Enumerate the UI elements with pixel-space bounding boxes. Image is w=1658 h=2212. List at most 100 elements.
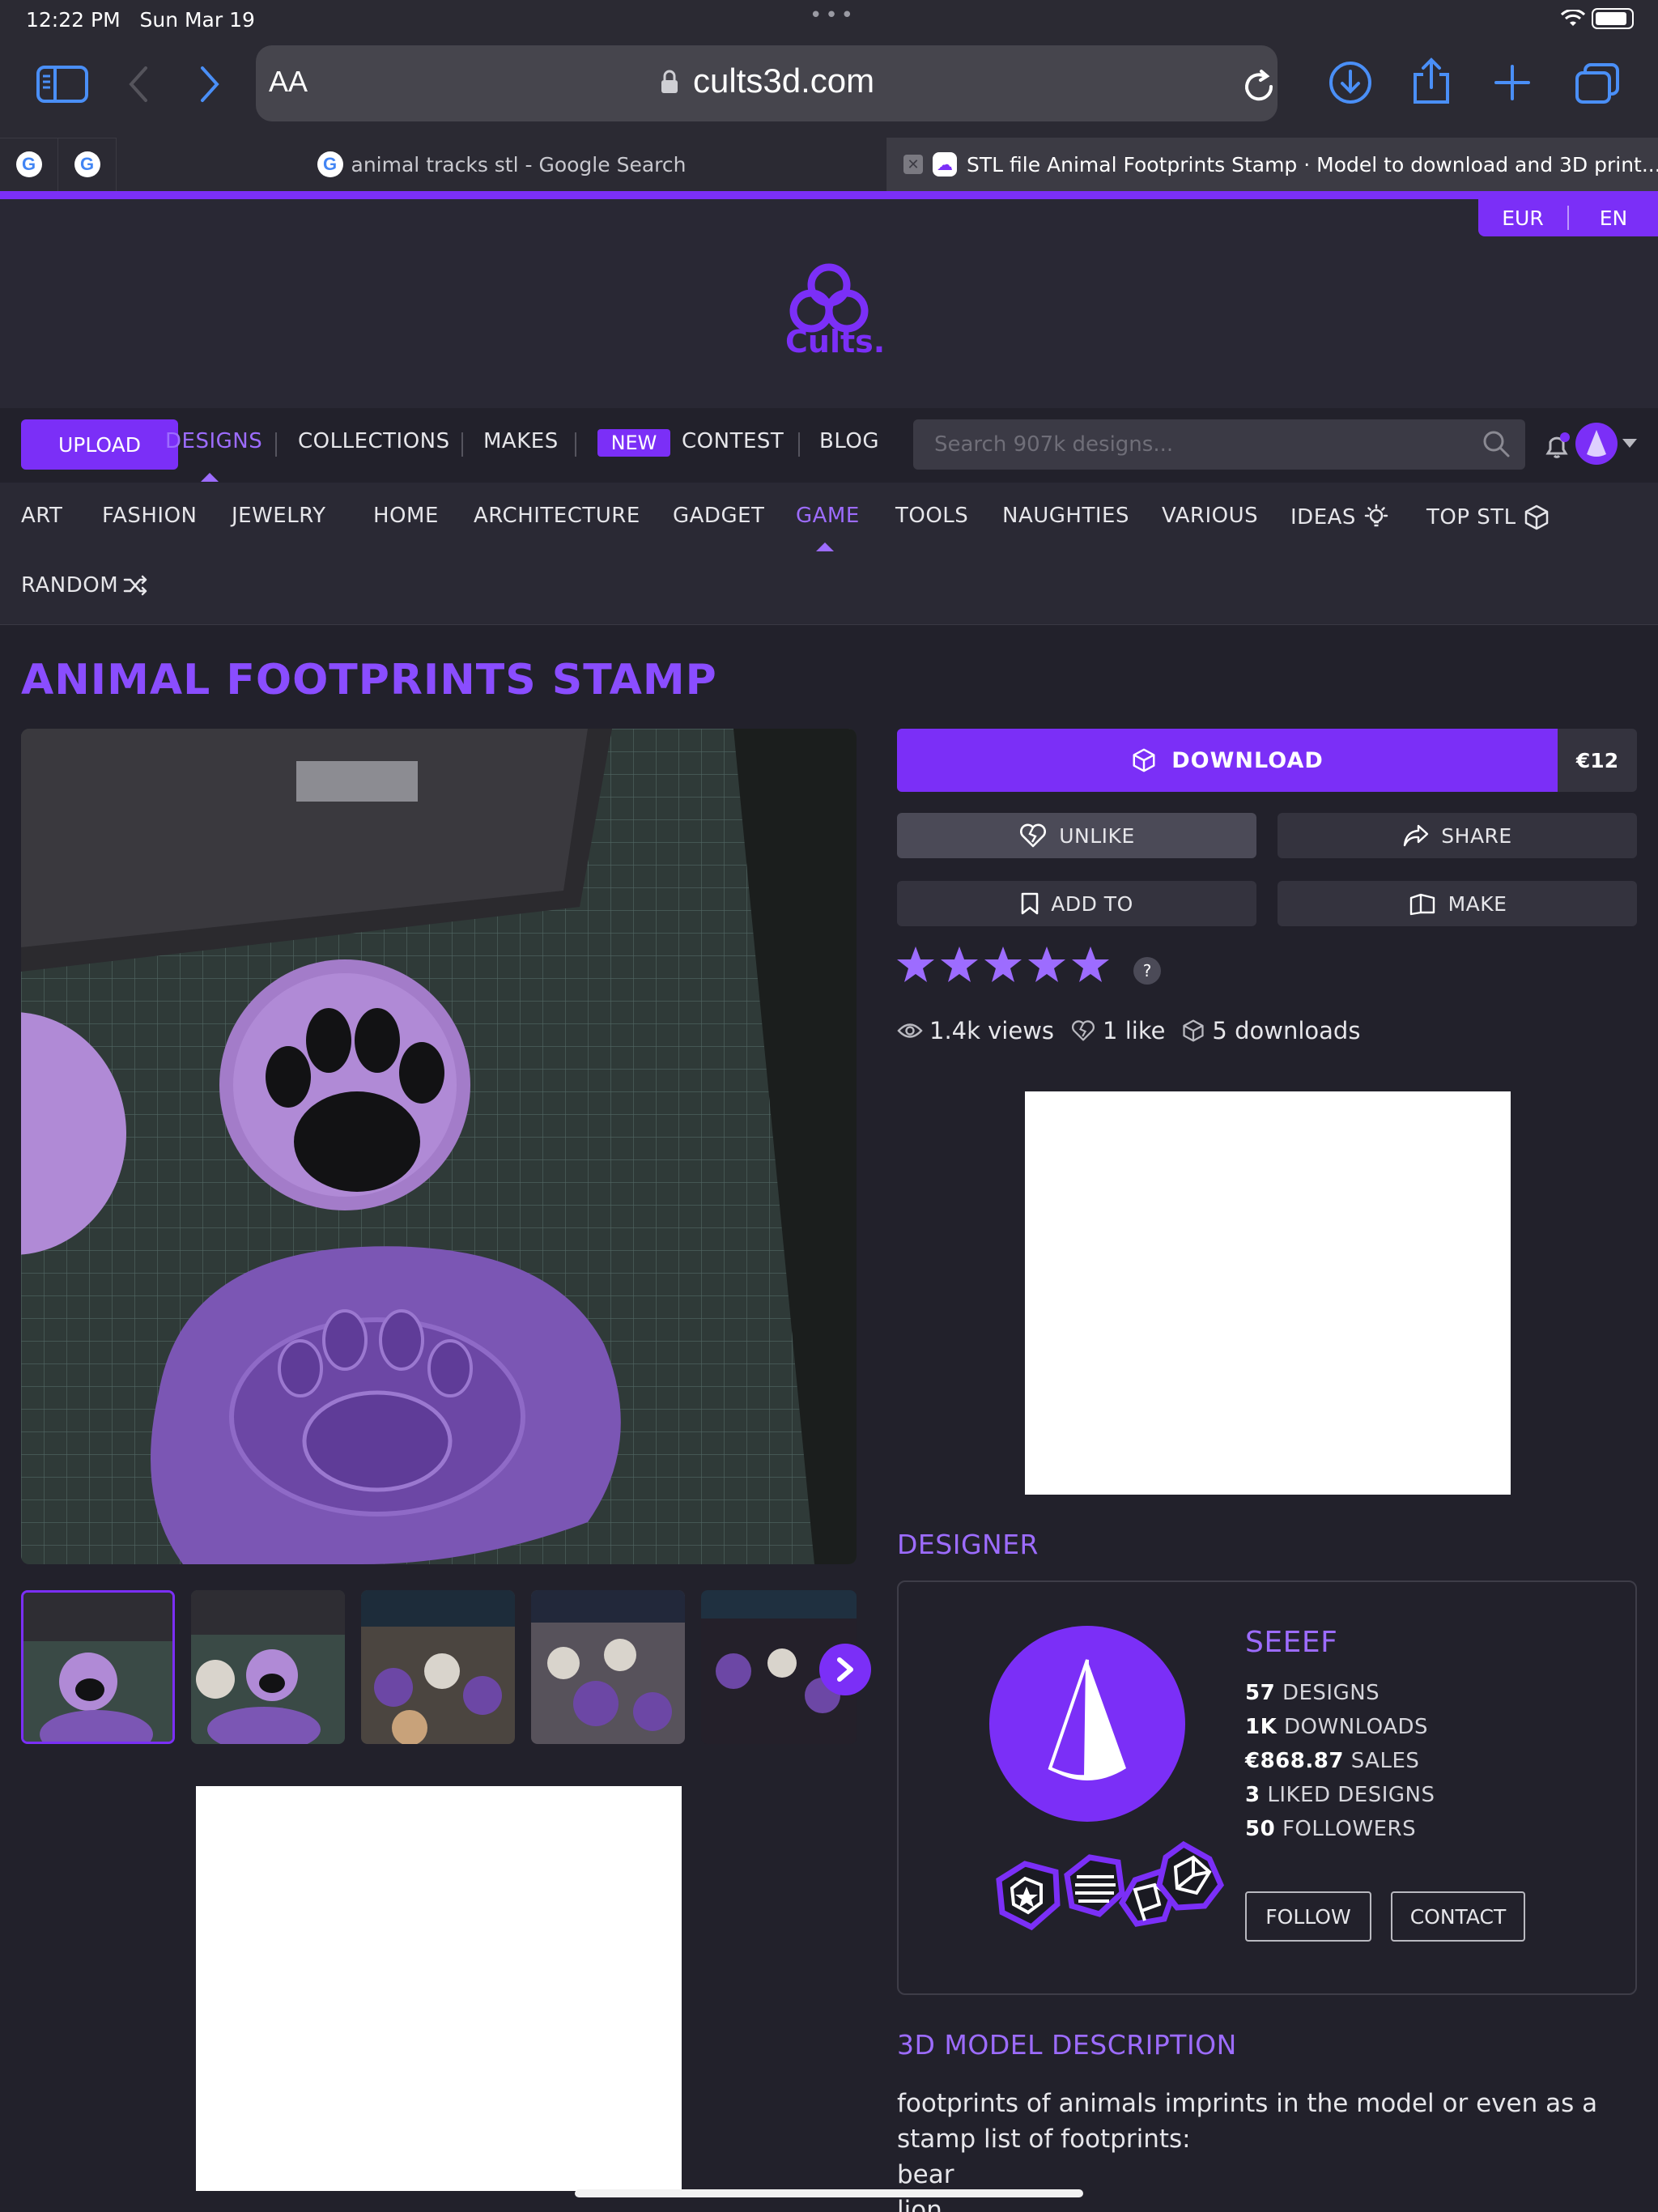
google-icon: G <box>15 151 42 177</box>
category-top-stl-label: TOP STL <box>1426 505 1516 530</box>
contact-button[interactable]: CONTACT <box>1391 1891 1525 1942</box>
thumbnail-4[interactable] <box>531 1590 685 1744</box>
price-tag: €12 <box>1558 729 1637 792</box>
new-tab-plus-icon[interactable] <box>1493 63 1532 102</box>
url-text[interactable]: cults3d.com <box>693 62 874 100</box>
share-button[interactable]: SHARE <box>1278 813 1637 858</box>
downloads-icon[interactable] <box>1328 60 1373 105</box>
category-ideas[interactable]: IDEAS <box>1290 504 1390 531</box>
nav-makes[interactable]: MAKES <box>483 429 559 453</box>
thumbnail-image <box>361 1590 515 1744</box>
unlike-button[interactable]: UNLIKE <box>897 813 1256 858</box>
chevron-right-icon <box>837 1657 853 1682</box>
reader-aa-button[interactable]: AA <box>269 65 308 99</box>
designer-avatar[interactable] <box>989 1626 1185 1822</box>
category-random[interactable]: RANDOM <box>21 573 149 598</box>
thumbnail-image <box>23 1593 172 1742</box>
category-various[interactable]: VARIOUS <box>1162 504 1258 528</box>
currency-language-switcher[interactable]: EUR EN <box>1478 199 1658 236</box>
category-tools[interactable]: TOOLS <box>895 504 968 528</box>
thumbnail-3[interactable] <box>361 1590 515 1744</box>
category-naughties[interactable]: NAUGHTIES <box>1002 504 1129 528</box>
sidebar-toggle-icon[interactable] <box>36 65 89 104</box>
cults-favicon-icon: ☁ <box>933 152 957 177</box>
designer-heading: DESIGNER <box>897 1529 1039 1560</box>
designer-badges[interactable] <box>993 1840 1227 1945</box>
add-to-collection-button[interactable]: ADD TO <box>897 881 1256 926</box>
nav-collections[interactable]: COLLECTIONS <box>298 429 450 453</box>
designer-followers-stat[interactable]: 50 FOLLOWERS <box>1245 1817 1416 1841</box>
star-icon[interactable] <box>1070 944 1111 985</box>
star-icon[interactable] <box>939 944 980 985</box>
category-jewelry[interactable]: JEWELRY <box>232 504 326 528</box>
nav-blog[interactable]: BLOG <box>819 429 879 453</box>
category-art[interactable]: ART <box>21 504 62 528</box>
paw-stamp-photo <box>21 729 857 1564</box>
multitasking-dots-icon[interactable]: ••• <box>810 3 857 28</box>
nav-designs[interactable]: DESIGNS <box>165 429 262 453</box>
active-caret <box>201 473 219 482</box>
designer-liked-stat[interactable]: 3 LIKED DESIGNS <box>1245 1783 1435 1807</box>
category-home[interactable]: HOME <box>373 504 439 528</box>
cults-logo-wordmark[interactable]: Cults. <box>785 324 885 359</box>
designer-designs-stat[interactable]: 57 DESIGNS <box>1245 1681 1380 1705</box>
rating-stars[interactable] <box>895 944 1111 985</box>
currency-label[interactable]: EUR <box>1478 206 1567 230</box>
stat-value: 50 <box>1245 1817 1276 1841</box>
chevron-down-icon[interactable] <box>1622 439 1637 448</box>
share-icon[interactable] <box>1410 57 1452 105</box>
upload-button[interactable]: UPLOAD <box>21 419 178 470</box>
stat-value: €868.87 <box>1245 1749 1344 1773</box>
thumbnail-image <box>531 1590 685 1744</box>
user-avatar[interactable] <box>1575 423 1618 465</box>
lightbulb-icon <box>1364 504 1388 527</box>
star-icon[interactable] <box>1027 944 1067 985</box>
divider <box>275 432 277 457</box>
share-label: SHARE <box>1441 823 1512 848</box>
language-label[interactable]: EN <box>1569 206 1658 230</box>
reload-icon[interactable] <box>1240 68 1278 105</box>
rating-help-button[interactable]: ? <box>1133 957 1161 985</box>
page-title: ANIMAL FOOTPRINTS STAMP <box>21 656 717 704</box>
category-architecture[interactable]: ARCHITECTURE <box>474 504 640 528</box>
close-tab-icon[interactable]: ✕ <box>903 155 923 174</box>
tab-google-search[interactable]: G animal tracks stl - Google Search <box>117 138 887 191</box>
follow-button[interactable]: FOLLOW <box>1245 1891 1371 1942</box>
nav-contest[interactable]: CONTEST <box>682 429 784 453</box>
category-gadget[interactable]: GADGET <box>673 504 764 528</box>
download-button[interactable]: DOWNLOAD <box>897 729 1558 792</box>
stat-label: SALES <box>1350 1749 1420 1773</box>
wifi-icon <box>1561 10 1585 26</box>
home-indicator[interactable] <box>575 2189 1083 2197</box>
box-open-icon <box>1409 893 1435 916</box>
thumbnail-next-button[interactable] <box>819 1644 871 1695</box>
category-game[interactable]: GAME <box>796 504 860 528</box>
cube-icon <box>1133 748 1155 772</box>
make-button[interactable]: MAKE <box>1278 881 1637 926</box>
forward-icon[interactable] <box>198 65 222 104</box>
search-icon[interactable] <box>1482 429 1511 458</box>
category-random-label: RANDOM <box>21 573 119 598</box>
description-intro: footprints of animals imprints in the mo… <box>897 2089 1598 2154</box>
product-main-image[interactable] <box>21 729 857 1564</box>
badge-icon <box>1156 1840 1225 1911</box>
star-icon[interactable] <box>983 944 1023 985</box>
tab-google-pinned-1[interactable]: G <box>0 138 58 191</box>
designer-name[interactable]: SEEEF <box>1245 1626 1337 1659</box>
notification-bell-icon[interactable] <box>1541 429 1574 462</box>
shuffle-icon <box>123 575 147 596</box>
search-input[interactable] <box>934 432 1469 457</box>
eye-icon <box>897 1023 923 1038</box>
tab-cults-active[interactable]: ✕ ☁ STL file Animal Footprints Stamp · M… <box>887 138 1658 191</box>
star-icon[interactable] <box>895 944 936 985</box>
tab-google-pinned-2[interactable]: G <box>58 138 117 191</box>
likes-stat: 1 like <box>1070 1017 1165 1044</box>
thumbnail-2[interactable] <box>191 1590 345 1744</box>
back-icon[interactable] <box>126 65 151 104</box>
category-top-stl[interactable]: TOP STL <box>1426 504 1550 531</box>
category-fashion[interactable]: FASHION <box>102 504 198 528</box>
tabs-overview-icon[interactable] <box>1574 62 1621 105</box>
share-arrow-icon <box>1404 824 1429 847</box>
thumbnail-1[interactable] <box>21 1590 175 1744</box>
divider <box>575 432 576 457</box>
